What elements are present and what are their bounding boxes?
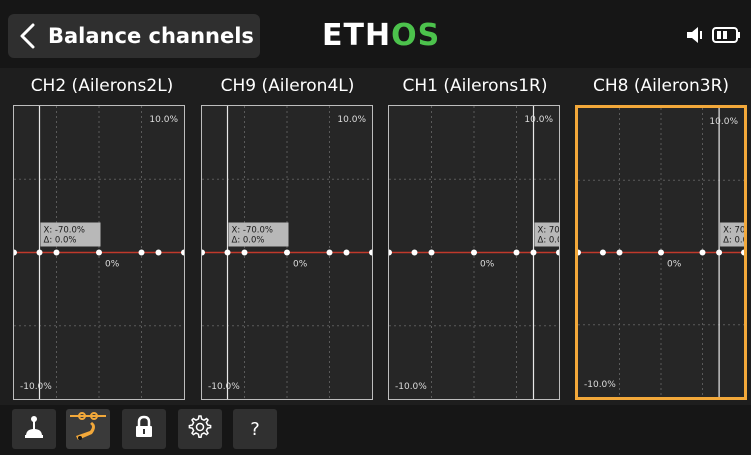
curve-point[interactable] [14, 249, 17, 256]
center-value-label: 0% [293, 260, 308, 270]
channel-graph-ch8[interactable]: 10.0% -10.0% 0% X: 70.0%Δ: 0.0% [575, 105, 747, 400]
curve-point[interactable] [658, 249, 664, 256]
curve-point[interactable] [578, 249, 581, 256]
stick-button[interactable] [12, 409, 56, 449]
help-icon: ? [250, 418, 260, 440]
curve-point[interactable] [241, 249, 248, 256]
curve-point[interactable] [389, 249, 392, 256]
curve-point[interactable] [138, 249, 145, 256]
top-value-label: 10.0% [149, 115, 178, 125]
channel-graph-ch9[interactable]: 10.0% -10.0% 0% X: -70.0% Δ: 0.0% [201, 105, 373, 400]
graph-canvas: 10.0% -10.0% 0% X: 70.0%Δ: 0.0% [389, 106, 559, 399]
channel-title-ch1: CH1 (Ailerons1R) [402, 76, 548, 96]
graph-canvas: 10.0% -10.0% 0% X: 70.0%Δ: 0.0% [578, 108, 744, 397]
chevron-left-icon [8, 14, 48, 58]
back-button[interactable]: Balance channels [8, 14, 260, 58]
curve-point[interactable] [530, 249, 537, 256]
center-value-label: 0% [105, 260, 120, 270]
bottom-value-label: -10.0% [395, 382, 427, 392]
ethos-logo: ETH O S [322, 17, 441, 53]
gear-icon [188, 414, 212, 444]
logo-text-eth: ETH [322, 17, 392, 53]
curve-point[interactable] [699, 249, 706, 256]
delta-readout: Δ: 0.0% [232, 236, 265, 246]
lock-button[interactable] [122, 409, 166, 449]
curve-point[interactable] [343, 249, 350, 256]
channel-title-ch9: CH9 (Aileron4L) [220, 76, 355, 96]
top-value-label: 10.0% [337, 115, 366, 125]
curve-point[interactable] [599, 249, 606, 256]
curve-point[interactable] [411, 249, 418, 256]
curve-point[interactable] [556, 249, 559, 256]
status-icons [681, 26, 741, 48]
curve-point[interactable] [741, 249, 744, 256]
top-value-label: 10.0% [524, 115, 553, 125]
channel-title-ch2: CH2 (Ailerons2L) [30, 76, 174, 96]
graph-canvas: 10.0% -10.0% 0% X: -70.0%Δ: 0.0% [202, 106, 372, 399]
stick-icon [23, 414, 45, 445]
curve-point[interactable] [428, 249, 435, 256]
curve-point[interactable] [224, 249, 231, 256]
curve-point[interactable] [36, 249, 43, 256]
channel-title-ch8: CH8 (Aileron3R) [592, 76, 730, 96]
channel-graph-ch2[interactable]: 10.0% -10.0% 0% X: -70.0% Δ: 0.0% [13, 105, 185, 400]
curve-point[interactable] [284, 249, 290, 256]
delta-readout: Δ: 0.0% [723, 236, 744, 246]
bottom-value-label: -10.0% [584, 380, 616, 390]
x-readout: X: -70.0% [44, 226, 85, 236]
top-value-label: 10.0% [709, 117, 738, 127]
center-value-label: 0% [480, 260, 495, 270]
delta-readout: Δ: 0.0% [538, 236, 560, 246]
curve-point[interactable] [53, 249, 60, 256]
delta-readout: Δ: 0.0% [44, 236, 77, 246]
page-title: Balance channels [48, 24, 254, 48]
speaker-icon[interactable] [685, 25, 707, 49]
bottom-value-label: -10.0% [20, 382, 52, 392]
lock-icon [134, 415, 154, 444]
x-readout: X: -70.0% [232, 226, 273, 236]
curve-point[interactable] [369, 249, 372, 256]
curve-point[interactable] [616, 249, 623, 256]
curve-point[interactable] [181, 249, 184, 256]
channel-graph-ch1[interactable]: 10.0% -10.0% 0% X: 70.0%Δ: 0.0% [388, 105, 560, 400]
bottom-value-label: -10.0% [208, 382, 240, 392]
battery-icon[interactable] [711, 25, 741, 49]
center-value-label: 0% [667, 260, 682, 270]
curve-point[interactable] [326, 249, 333, 256]
curve-point[interactable] [471, 249, 477, 256]
bottom-toolbar: ? [0, 405, 751, 455]
curve-point[interactable] [716, 249, 723, 256]
help-button[interactable]: ? [233, 409, 277, 449]
logo-text-o: O [391, 17, 418, 53]
curve-point[interactable] [513, 249, 520, 256]
curve-point[interactable] [96, 249, 102, 256]
graph-canvas: 10.0% -10.0% 0% X: -70.0%Δ: 0.0% [14, 106, 184, 399]
logo-text-s: S [417, 17, 441, 53]
x-readout: X: 70.0% [723, 226, 744, 236]
x-readout: X: 70.0% [538, 226, 560, 236]
curve-point[interactable] [202, 249, 205, 256]
top-bar: Balance channels ETH O S [0, 0, 751, 68]
balance-tool-button[interactable] [66, 409, 110, 449]
curve-point[interactable] [155, 249, 162, 256]
settings-button[interactable] [178, 409, 222, 449]
balance-tool-icon [68, 410, 108, 449]
